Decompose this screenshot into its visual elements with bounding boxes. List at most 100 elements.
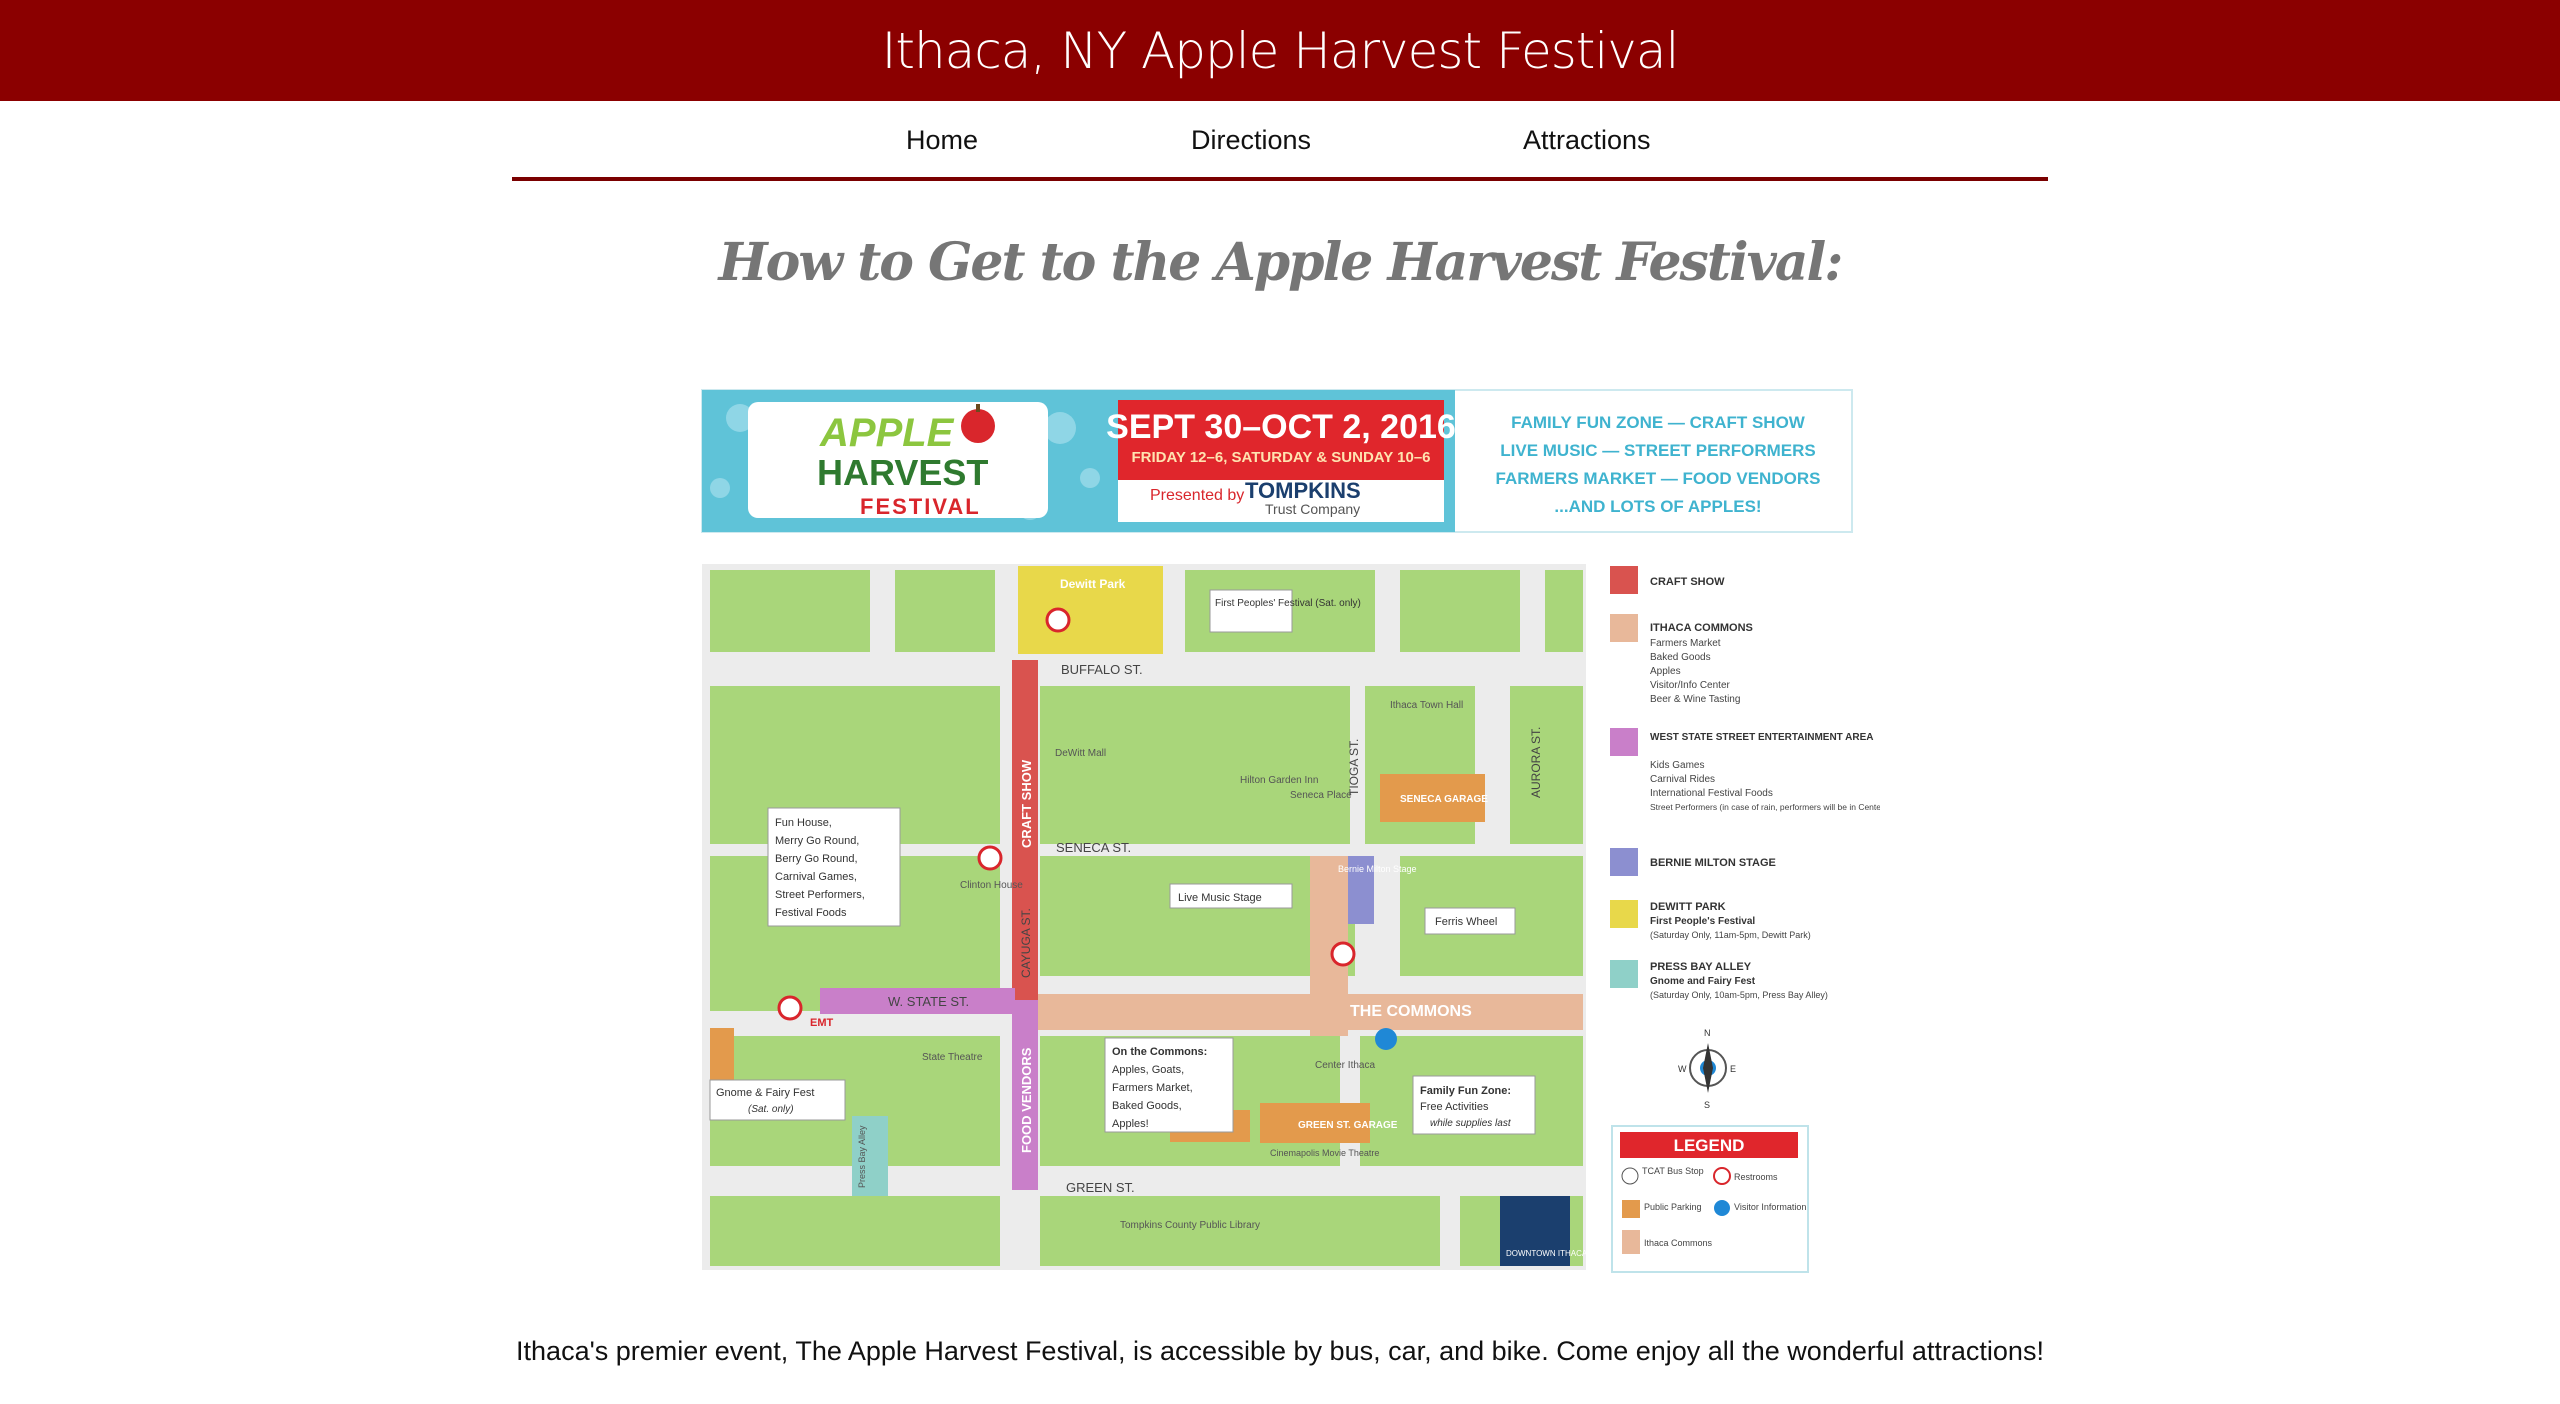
street-seneca: SENECA ST. — [1056, 840, 1131, 855]
svg-text:(Sat. only): (Sat. only) — [748, 1104, 794, 1115]
street-tioga: TIOGA ST. — [1347, 739, 1361, 796]
main-nav: Home Directions Attractions — [512, 101, 2048, 181]
legend-commons: Ithaca Commons — [1644, 1238, 1713, 1248]
place-seneca-garage: SENECA GARAGE — [1400, 794, 1488, 805]
place-press-bay: Press Bay Alley — [857, 1125, 867, 1188]
callout-family-fun: Family Fun Zone: Free Activities while s… — [1412, 1075, 1536, 1135]
street-cayuga: CAYUGA ST. — [1019, 908, 1033, 978]
banner-highlight-3: FARMERS MARKET — FOOD VENDORS — [1496, 469, 1821, 488]
svg-text:Apples, Goats,: Apples, Goats, — [1112, 1064, 1184, 1076]
banner-sponsor-sub: Trust Company — [1265, 501, 1360, 517]
svg-text:Fun House,: Fun House, — [775, 817, 832, 829]
banner-highlight-4: ...AND LOTS OF APPLES! — [1554, 497, 1761, 516]
svg-text:On the Commons:: On the Commons: — [1112, 1046, 1207, 1058]
banner-hours: FRIDAY 12–6, SATURDAY & SUNDAY 10–6 — [1131, 449, 1430, 466]
map-legend: LEGEND TCAT Bus Stop Restrooms Public Pa… — [1611, 1125, 1809, 1273]
key-state-line: International Festival Foods — [1650, 788, 1773, 799]
key-press-bay-line: Gnome and Fairy Fest — [1650, 976, 1756, 987]
apple-icon — [961, 409, 995, 443]
nav-home-link[interactable]: Home — [906, 125, 978, 156]
street-green: GREEN ST. — [1066, 1180, 1135, 1195]
svg-text:Berry Go Round,: Berry Go Round, — [775, 853, 858, 865]
place-clinton-house: Clinton House — [960, 880, 1023, 891]
key-commons-line: Baked Goods — [1650, 652, 1711, 663]
page-heading: How to Get to the Apple Harvest Festival… — [718, 232, 1844, 293]
street-aurora: AURORA ST. — [1529, 727, 1543, 798]
svg-text:Free Activities: Free Activities — [1420, 1101, 1489, 1113]
key-dewitt-park: DEWITT PARK — [1650, 901, 1726, 913]
key-state-line: Street Performers (in case of rain, perf… — [1650, 802, 1880, 812]
street-buffalo: BUFFALO ST. — [1061, 662, 1143, 677]
place-seneca-place: Seneca Place — [1290, 790, 1352, 801]
ithaca-commons — [1030, 994, 1583, 1030]
key-dewitt-line: First People's Festival — [1650, 916, 1755, 927]
key-commons: ITHACA COMMONS — [1650, 622, 1753, 634]
place-emt: EMT — [810, 1017, 834, 1029]
callout-live-music: Live Music Stage — [1169, 883, 1293, 909]
place-dewitt-park: Dewitt Park — [1060, 577, 1126, 591]
nav-directions-link[interactable]: Directions — [1191, 125, 1311, 156]
commons-swatch — [1622, 1230, 1640, 1254]
callout-fun-house: Fun House, Merry Go Round, Berry Go Roun… — [767, 807, 901, 927]
key-state-line: Carnival Rides — [1650, 774, 1715, 785]
street-state: W. STATE ST. — [888, 994, 969, 1009]
key-press-bay: PRESS BAY ALLEY — [1650, 961, 1752, 973]
place-the-commons: THE COMMONS — [1350, 1003, 1472, 1020]
callout-ferris-wheel: Ferris Wheel — [1424, 907, 1516, 935]
restroom-icon — [1713, 1167, 1731, 1185]
festival-banner: APPLE HARVEST FESTIVAL SEPT 30–OCT 2, 20… — [701, 389, 1853, 533]
place-bernie-stage: Bernie Milton Stage — [1338, 864, 1417, 874]
place-green-garage: GREEN ST. GARAGE — [1298, 1120, 1398, 1131]
callout-gnome-fairy: Gnome & Fairy Fest (Sat. only) — [709, 1079, 846, 1121]
callout-on-commons: On the Commons: Apples, Goats, Farmers M… — [1104, 1037, 1234, 1133]
svg-text:W: W — [1678, 1064, 1687, 1074]
restroom-icon — [977, 845, 1003, 871]
street-food-vendors-label: FOOD VENDORS — [1019, 1047, 1034, 1153]
banner-dates: SEPT 30–OCT 2, 2016 — [1106, 408, 1456, 446]
site-title: Ithaca, NY Apple Harvest Festival — [881, 22, 1680, 80]
restroom-icon — [1045, 607, 1071, 633]
place-state-theatre: State Theatre — [922, 1052, 983, 1063]
restroom-icon — [777, 995, 803, 1021]
key-state-line: Kids Games — [1650, 760, 1704, 771]
key-commons-line: Farmers Market — [1650, 638, 1721, 649]
key-state-street: WEST STATE STREET ENTERTAINMENT AREA — [1650, 732, 1874, 743]
legend-restrooms: Restrooms — [1734, 1172, 1778, 1182]
svg-text:Festival Foods: Festival Foods — [775, 907, 847, 919]
svg-text:N: N — [1704, 1028, 1711, 1038]
logo-harvest-text: HARVEST — [817, 452, 988, 493]
street-craft-show-label: CRAFT SHOW — [1019, 759, 1034, 848]
header-bar: Ithaca, NY Apple Harvest Festival — [0, 0, 2560, 101]
svg-text:S: S — [1704, 1100, 1710, 1110]
place-cinemapolis: Cinemapolis Movie Theatre — [1270, 1148, 1379, 1158]
place-library: Tompkins County Public Library — [1120, 1220, 1260, 1231]
svg-text:while supplies last: while supplies last — [1430, 1118, 1512, 1129]
banner-highlight-1: FAMILY FUN ZONE — CRAFT SHOW — [1511, 413, 1806, 432]
legend-parking: Public Parking — [1644, 1202, 1702, 1212]
svg-text:Farmers Market,: Farmers Market, — [1112, 1082, 1193, 1094]
place-hilton: Hilton Garden Inn — [1240, 775, 1318, 786]
legend-bus: TCAT Bus Stop — [1642, 1166, 1704, 1176]
svg-text:Apples!: Apples! — [1112, 1118, 1149, 1130]
svg-text:First Peoples' Festival (Sat.: First Peoples' Festival (Sat. only) — [1215, 598, 1361, 609]
svg-text:Ferris Wheel: Ferris Wheel — [1435, 916, 1497, 928]
svg-text:Carnival Games,: Carnival Games, — [775, 871, 857, 883]
svg-text:Street Performers,: Street Performers, — [775, 889, 865, 901]
banner-sponsor: TOMPKINS — [1245, 478, 1361, 503]
key-commons-line: Beer & Wine Tasting — [1650, 694, 1740, 705]
place-town-hall: Ithaca Town Hall — [1390, 700, 1463, 711]
key-press-bay-line: (Saturday Only, 10am-5pm, Press Bay Alle… — [1650, 990, 1828, 1000]
info-icon — [1714, 1200, 1730, 1216]
place-center-ithaca: Center Ithaca — [1315, 1060, 1375, 1071]
key-bernie-stage: BERNIE MILTON STAGE — [1650, 857, 1776, 869]
svg-text:Live Music Stage: Live Music Stage — [1178, 892, 1262, 904]
banner-presented-by: Presented by — [1150, 487, 1244, 504]
nav-attractions-link[interactable]: Attractions — [1523, 125, 1651, 156]
page-caption: Ithaca's premier event, The Apple Harves… — [516, 1336, 2044, 1366]
key-commons-line: Visitor/Info Center — [1650, 680, 1731, 691]
place-dewitt-mall: DeWitt Mall — [1055, 748, 1106, 759]
festival-map-image: APPLE HARVEST FESTIVAL SEPT 30–OCT 2, 20… — [700, 388, 1912, 1273]
legend-title: LEGEND — [1674, 1136, 1745, 1155]
downtown-ithaca-text: DOWNTOWN ITHACA — [1506, 1249, 1588, 1258]
legend-info: Visitor Information — [1734, 1202, 1806, 1212]
